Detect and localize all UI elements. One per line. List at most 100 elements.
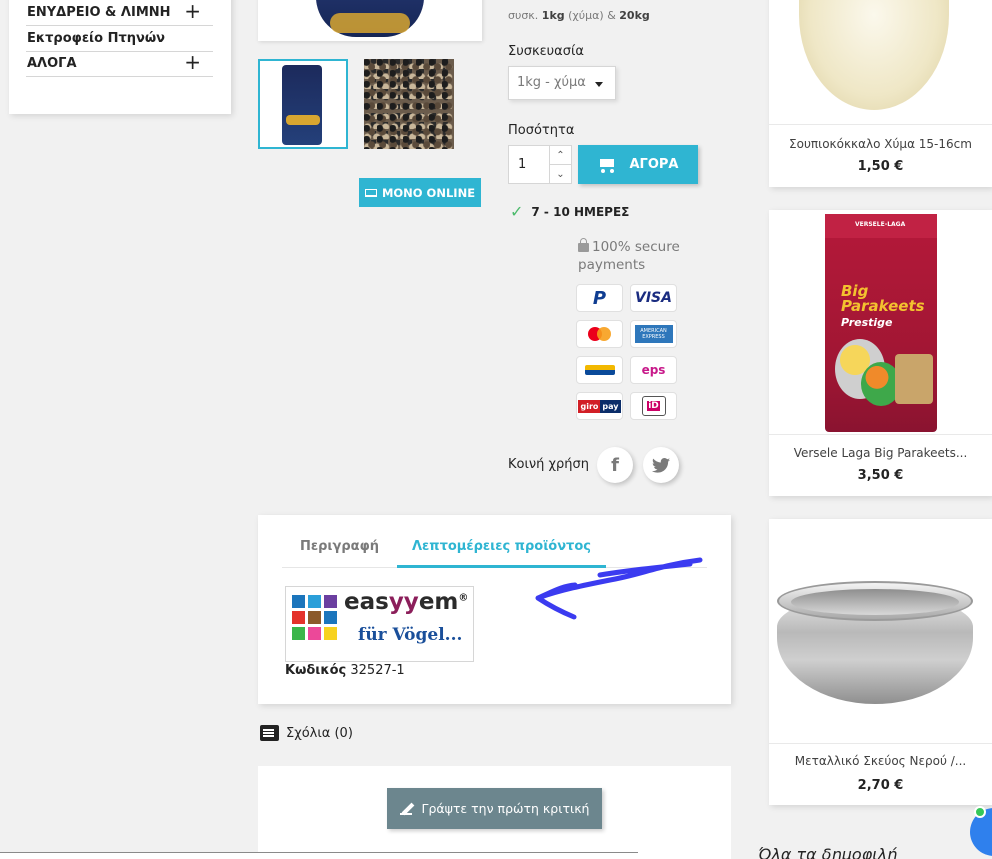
expand-plus-icon[interactable]: +	[184, 0, 201, 22]
amex-logo-text: AMERICAN EXPRESS	[634, 325, 673, 343]
pack-note-amp: &	[607, 9, 616, 22]
visa-logo: VISA	[630, 284, 677, 312]
card-divider	[769, 434, 992, 435]
packaging-note: συσκ. 1kg (χύμα) & 20kg	[508, 9, 650, 22]
reference-label: Κωδικός	[285, 663, 347, 678]
delivery-label: 7 - 10 ΗΜΕΡΕΣ	[531, 204, 630, 219]
shopping-cart-icon	[598, 157, 616, 173]
add-to-cart-button[interactable]: ΑΓΟΡΑ	[578, 145, 698, 184]
secure-payments-note: 100% secure payments	[578, 238, 688, 274]
bag-top-band: VERSELE-LAGA	[825, 214, 937, 238]
category-label: Εκτροφείο Πτηνών	[27, 31, 166, 46]
giropay-text-a: giro	[578, 399, 601, 413]
parakeet-food-bag-image: VERSELE-LAGA Big Parakeets Prestige	[825, 214, 937, 432]
review-card: Γράψτε την πρώτη κριτική	[258, 766, 731, 859]
category-item-bird-breeding[interactable]: Εκτροφείο Πτηνών	[26, 26, 213, 52]
bag-brand-text: VERSELE-LAGA	[855, 221, 906, 228]
comment-icon	[260, 725, 279, 741]
related-product-image[interactable]	[769, 519, 992, 744]
online-status-dot	[974, 806, 986, 818]
mastercard-logo	[576, 320, 623, 348]
decrement-chevron-down-icon[interactable]: ⌄	[549, 165, 571, 184]
seed-bag-image	[282, 65, 322, 145]
visa-logo-text: VISA	[635, 290, 672, 306]
add-to-cart-label: ΑΓΟΡΑ	[629, 157, 679, 172]
quantity-input[interactable]: 1	[518, 157, 526, 172]
twitter-share-button[interactable]	[643, 447, 679, 483]
card-divider	[769, 743, 992, 744]
related-product-name[interactable]: Σουπιοκόκκαλο Χύμα 15-16cm	[769, 137, 992, 151]
reference-value: 32527-1	[350, 663, 405, 678]
secure-payments-label: 100% secure payments	[578, 239, 680, 273]
category-item-horses[interactable]: ΑΛΟΓΑ +	[26, 51, 213, 77]
registered-mark: ®	[458, 592, 469, 604]
related-product-image[interactable]: VERSELE-LAGA Big Parakeets Prestige	[769, 210, 992, 435]
eps-logo-text: eps	[641, 363, 666, 377]
increment-chevron-up-icon[interactable]: ⌃	[549, 146, 571, 165]
related-product-card[interactable]: Σουπιοκόκκαλο Χύμα 15-16cm 1,50 €	[769, 0, 992, 187]
related-product-card[interactable]: Μεταλλικό Σκεύος Νερού /... 2,70 €	[769, 519, 992, 805]
pack-note-size: 20kg	[619, 9, 650, 22]
category-item-aquarium[interactable]: ΕΝΥΔΡΕΙΟ & ΛΙΜΝΗ +	[26, 0, 213, 26]
seed-mix-image	[364, 59, 454, 149]
card-divider	[769, 124, 992, 125]
quantity-stepper[interactable]: 1 ⌃ ⌄	[508, 145, 572, 184]
delivery-time: ✓ 7 - 10 ΗΜΕΡΕΣ	[510, 202, 629, 221]
packaging-select[interactable]: 1kg - χύμα	[508, 66, 616, 100]
bowl-inner	[791, 589, 959, 615]
online-only-badge: ΜΟΝΟ ONLINE	[359, 178, 481, 207]
facebook-share-button[interactable]: f	[597, 447, 633, 483]
comments-heading: Σχόλια (0)	[260, 725, 353, 741]
quantity-label: Ποσότητα	[508, 123, 575, 138]
pack-note-prefix: συσκ.	[508, 9, 539, 22]
tab-product-details[interactable]: Λεπτομέρειες προϊόντος	[412, 539, 591, 554]
eps-logo: eps	[630, 356, 677, 384]
related-product-price: 3,50 €	[857, 468, 904, 483]
pack-note-size: 1kg	[541, 9, 565, 22]
active-tab-indicator	[397, 565, 606, 568]
online-only-label: ΜΟΝΟ ONLINE	[381, 185, 476, 200]
category-label: ΑΛΟΓΑ	[27, 56, 77, 71]
packaging-select-value: 1kg - χύμα	[517, 75, 586, 90]
sofort-logo	[576, 356, 623, 384]
brand-name-part: em	[418, 589, 459, 615]
ideal-logo-text: iD	[647, 401, 660, 411]
pack-note-unit: (χύμα)	[568, 9, 604, 22]
expand-plus-icon[interactable]: +	[184, 51, 201, 73]
bag-label-image	[330, 13, 410, 33]
related-product-price: 2,70 €	[857, 778, 904, 793]
bag-label-image	[286, 115, 320, 125]
share-label: Κοινή χρήση	[508, 457, 589, 472]
related-product-name[interactable]: Versele Laga Big Parakeets...	[769, 446, 992, 460]
cuttlebone-image	[799, 0, 949, 110]
checkmark-icon: ✓	[510, 202, 524, 221]
brand-tagline: für Vögel...	[358, 625, 463, 645]
product-thumbnail-bag[interactable]	[258, 59, 348, 149]
category-label: ΕΝΥΔΡΕΙΟ & ΛΙΜΝΗ	[27, 5, 171, 20]
write-review-button[interactable]: Γράψτε την πρώτη κριτική	[387, 788, 602, 829]
bottom-bar	[0, 853, 638, 859]
comments-label: Σχόλια (0)	[286, 725, 353, 741]
related-product-name[interactable]: Μεταλλικό Σκεύος Νερού /...	[769, 754, 992, 768]
product-main-image[interactable]	[258, 0, 482, 41]
category-sidebar: ΕΝΥΔΡΕΙΟ & ΛΙΜΝΗ + Εκτροφείο Πτηνών ΑΛΟΓ…	[9, 0, 231, 114]
related-product-card[interactable]: VERSELE-LAGA Big Parakeets Prestige Verse…	[769, 210, 992, 496]
lock-icon	[578, 238, 589, 252]
manufacturer-logo[interactable]: easyyem® für Vögel...	[285, 586, 474, 662]
brand-name-part: yy	[388, 589, 419, 615]
ideal-logo: iD	[630, 392, 677, 420]
bag-subtitle-text: Prestige	[841, 316, 893, 329]
american-express-logo: AMERICAN EXPRESS	[630, 320, 677, 348]
tab-description[interactable]: Περιγραφή	[300, 539, 379, 554]
laptop-icon	[364, 188, 377, 197]
popular-products-heading[interactable]: Όλα τα δημοφιλή	[758, 845, 897, 859]
caret-down-icon	[595, 82, 603, 87]
product-thumbnail-seeds[interactable]	[364, 59, 454, 149]
product-tabs-card: Περιγραφή Λεπτομέρειες προϊόντος easyyem…	[258, 515, 731, 704]
brand-name-part: eas	[344, 589, 389, 615]
pencil-icon	[399, 803, 412, 815]
write-review-label: Γράψτε την πρώτη κριτική	[421, 801, 590, 816]
related-product-price: 1,50 €	[857, 159, 904, 174]
related-product-image[interactable]	[769, 0, 992, 120]
bag-title: Big Parakeets Prestige	[841, 284, 937, 330]
